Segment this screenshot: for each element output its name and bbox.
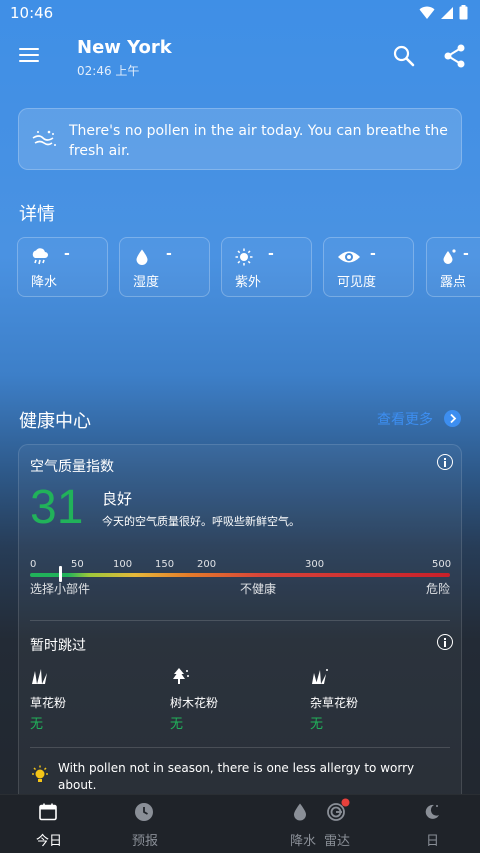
share-icon[interactable] bbox=[443, 43, 467, 69]
pollen-banner: There's no pollen in the air today. You … bbox=[18, 108, 462, 170]
humidity-drop-icon bbox=[136, 249, 148, 265]
detail-card-precipitation[interactable]: - 降水 bbox=[17, 237, 108, 297]
menu-icon[interactable] bbox=[19, 46, 41, 64]
dew-point-icon bbox=[443, 249, 456, 264]
bottom-navigation: 今日 预报 降水 雷达 日 bbox=[0, 794, 480, 853]
nav-forecast[interactable]: 预报 bbox=[116, 795, 172, 853]
nav-today[interactable]: 今日 bbox=[20, 795, 76, 853]
aqi-tick: 200 bbox=[197, 559, 217, 570]
eye-visibility-icon bbox=[338, 251, 360, 263]
pollen-tip: With pollen not in season, there is one … bbox=[58, 761, 415, 792]
divider bbox=[30, 620, 450, 621]
status-icons bbox=[419, 5, 468, 20]
signal-icon bbox=[441, 6, 453, 19]
aqi-value: 31 bbox=[30, 481, 84, 534]
detail-label: 湿度 bbox=[133, 275, 160, 290]
local-time: 02:46 上午 bbox=[77, 64, 140, 78]
search-icon[interactable] bbox=[392, 44, 416, 68]
detail-card-humidity[interactable]: - 湿度 bbox=[119, 237, 210, 297]
wifi-icon bbox=[419, 6, 435, 19]
see-more-link[interactable]: 查看更多 bbox=[377, 409, 433, 429]
nav-label: 降水 bbox=[290, 834, 317, 849]
wind-pollen-icon bbox=[32, 130, 56, 146]
health-card bbox=[18, 444, 462, 804]
nav-label: 预报 bbox=[132, 834, 159, 849]
health-center-title: 健康中心 bbox=[19, 411, 91, 432]
aqi-tick: 500 bbox=[432, 559, 452, 570]
tree-icon bbox=[173, 668, 189, 684]
top-app-bar: New York 02:46 上午 bbox=[0, 28, 480, 86]
aqi-tick: 150 bbox=[155, 559, 175, 570]
divider bbox=[30, 747, 450, 748]
details-title: 详情 bbox=[19, 204, 55, 225]
detail-card-visibility[interactable]: - 可见度 bbox=[323, 237, 414, 297]
weed-icon bbox=[312, 669, 328, 684]
aqi-description: 今天的空气质量很好。呼吸些新鲜空气。 bbox=[102, 515, 300, 528]
nav-precipitation[interactable]: 降水 bbox=[280, 795, 320, 853]
pollen-type-value: 无 bbox=[30, 717, 44, 732]
sun-uv-icon bbox=[235, 248, 253, 266]
aqi-title: 空气质量指数 bbox=[30, 459, 114, 475]
aqi-scale-label: 不健康 bbox=[240, 582, 277, 596]
lightbulb-icon bbox=[32, 765, 48, 782]
detail-card-dew-point[interactable]: - 露点 bbox=[426, 237, 480, 297]
detail-label: 紫外 bbox=[235, 275, 262, 290]
pollen-type-value: 无 bbox=[170, 717, 184, 732]
nav-radar[interactable]: 雷达 bbox=[316, 795, 364, 853]
pollen-type-label: 树木花粉 bbox=[170, 696, 219, 710]
calendar-icon bbox=[39, 803, 57, 821]
pollen-message: There's no pollen in the air today. You … bbox=[69, 123, 448, 159]
aqi-status: 良好 bbox=[102, 490, 133, 508]
aqi-scale-label: 选择小部件 bbox=[30, 582, 91, 596]
nav-label: 今日 bbox=[36, 834, 63, 849]
pollen-type-value: 无 bbox=[310, 717, 324, 732]
detail-value: - bbox=[64, 246, 70, 262]
detail-value: - bbox=[463, 246, 469, 262]
aqi-scale-bar bbox=[30, 573, 450, 577]
moon-icon bbox=[425, 804, 439, 819]
aqi-tick: 0 bbox=[30, 559, 37, 570]
chevron-right-icon[interactable] bbox=[444, 410, 461, 427]
detail-value: - bbox=[370, 246, 376, 262]
detail-label: 降水 bbox=[31, 275, 58, 290]
info-icon[interactable] bbox=[437, 454, 453, 470]
clock-icon bbox=[135, 803, 153, 821]
detail-value: - bbox=[268, 246, 274, 262]
city-name[interactable]: New York bbox=[77, 37, 172, 58]
nav-sun[interactable]: 日 bbox=[410, 795, 454, 853]
detail-value: - bbox=[166, 246, 172, 262]
water-drop-icon bbox=[294, 803, 306, 821]
info-icon[interactable] bbox=[437, 634, 453, 650]
pollen-section-title: 暂时跳过 bbox=[30, 638, 86, 654]
detail-label: 可见度 bbox=[337, 275, 377, 290]
pollen-type-label: 杂草花粉 bbox=[310, 696, 359, 710]
radar-icon bbox=[327, 798, 350, 821]
aqi-scale-label: 危险 bbox=[426, 582, 451, 596]
status-time: 10:46 bbox=[10, 4, 54, 22]
rain-icon bbox=[32, 248, 48, 265]
battery-icon bbox=[459, 5, 468, 20]
status-bar: 10:46 bbox=[0, 0, 480, 28]
grass-icon bbox=[32, 669, 47, 684]
aqi-tick: 300 bbox=[305, 559, 325, 570]
aqi-tick: 50 bbox=[71, 559, 84, 570]
detail-label: 露点 bbox=[440, 275, 467, 290]
aqi-tick: 100 bbox=[113, 559, 133, 570]
detail-card-uv[interactable]: - 紫外 bbox=[221, 237, 312, 297]
nav-label: 雷达 bbox=[324, 834, 351, 849]
nav-label: 日 bbox=[426, 834, 440, 849]
pollen-type-label: 草花粉 bbox=[30, 696, 67, 710]
